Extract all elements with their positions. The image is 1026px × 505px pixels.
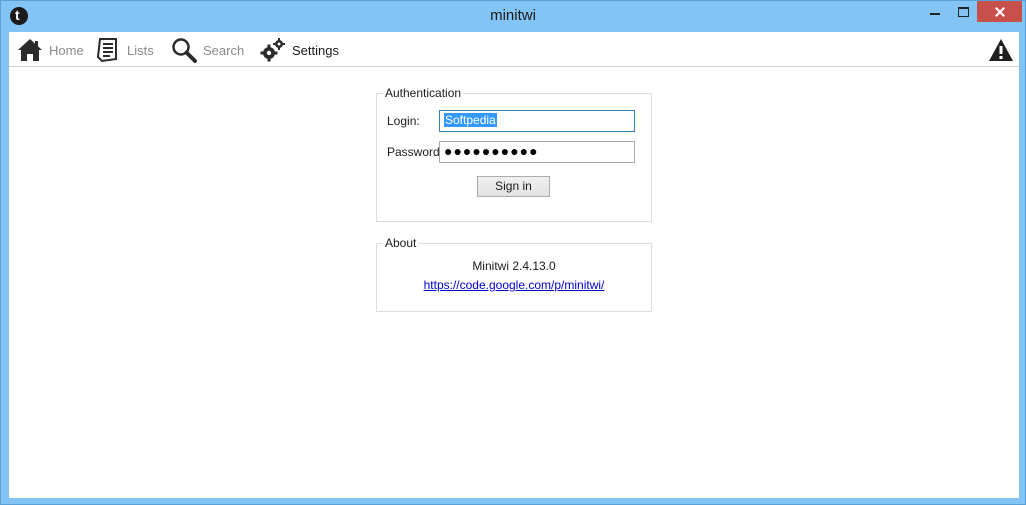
toolbar: Home Lists Search Settings (9, 32, 1019, 67)
toolbar-lists-label: Lists (127, 42, 154, 58)
authentication-group-title: Authentication (383, 86, 464, 100)
password-input[interactable]: ●●●●●●●●●● (439, 141, 635, 163)
search-icon (172, 38, 197, 63)
login-input-value: Softpedia (444, 113, 497, 127)
settings-icon (260, 38, 285, 62)
toolbar-search[interactable]: Search (171, 36, 244, 64)
project-link[interactable]: https://code.google.com/p/minitwi/ (377, 278, 651, 292)
authentication-group: Authentication Login: Softpedia Password… (376, 86, 652, 222)
login-input[interactable]: Softpedia (439, 110, 635, 132)
close-button[interactable] (977, 1, 1022, 22)
about-group: About Minitwi 2.4.13.0 https://code.goog… (376, 236, 652, 312)
home-icon (18, 39, 42, 61)
sign-in-button[interactable]: Sign in (477, 176, 550, 197)
client-area: Home Lists Search Settings Authenticatio… (9, 32, 1019, 498)
toolbar-search-label: Search (203, 42, 245, 58)
toolbar-lists[interactable]: Lists (95, 36, 154, 64)
window-title: minitwi (490, 7, 536, 24)
password-input-value: ●●●●●●●●●● (444, 143, 539, 159)
toolbar-home[interactable]: Home (17, 36, 84, 64)
password-label: Password: (387, 145, 444, 159)
about-group-title: About (383, 236, 419, 250)
login-label: Login: (387, 114, 420, 128)
toolbar-settings-label: Settings (292, 42, 339, 58)
minimize-button[interactable] (921, 1, 949, 22)
toolbar-home-label: Home (49, 42, 84, 58)
version-text: Minitwi 2.4.13.0 (472, 259, 556, 273)
title-bar[interactable]: minitwi (1, 1, 1025, 31)
app-window: minitwi Home Lists (0, 0, 1026, 505)
maximize-button[interactable] (949, 1, 976, 22)
toolbar-settings[interactable]: Settings (260, 36, 339, 64)
warning-icon[interactable] (988, 38, 1014, 62)
lists-icon (96, 38, 117, 63)
